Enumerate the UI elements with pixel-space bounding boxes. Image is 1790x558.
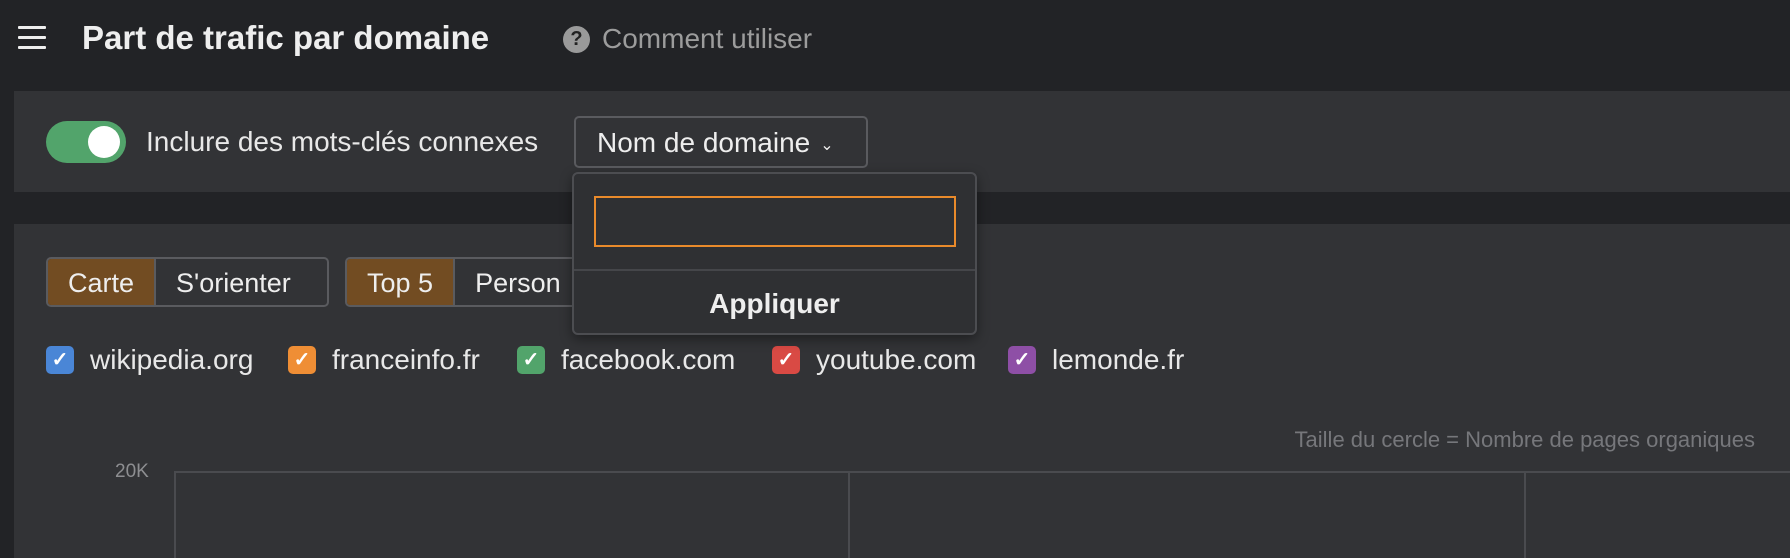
tab-s-orienter[interactable]: S'orienter	[154, 259, 311, 305]
check-icon: ✓	[46, 346, 74, 374]
domain-search-input[interactable]	[594, 196, 956, 247]
view-toggle: Carte S'orienter	[46, 257, 329, 307]
question-icon[interactable]: ?	[563, 26, 590, 53]
tab-personnaliser[interactable]: Person	[453, 259, 581, 305]
gridline	[848, 471, 850, 558]
legend-checkbox-lemonde[interactable]: ✓ lemonde.fr	[1008, 344, 1184, 376]
legend-label: youtube.com	[816, 344, 977, 375]
gridline	[174, 471, 1790, 473]
check-icon: ✓	[517, 346, 545, 374]
gridline	[1524, 471, 1526, 558]
domain-dropdown[interactable]: Nom de domaine ⌄	[574, 116, 868, 168]
toggle-label: Inclure des mots-clés connexes	[146, 126, 539, 157]
legend-label: franceinfo.fr	[332, 344, 480, 375]
menu-icon[interactable]	[18, 26, 46, 50]
legend-checkbox-youtube[interactable]: ✓ youtube.com	[772, 344, 976, 376]
legend-checkbox-franceinfo[interactable]: ✓ franceinfo.fr	[288, 344, 480, 376]
circle-size-note: Taille du cercle = Nombre de pages organ…	[1294, 427, 1755, 452]
help-link[interactable]: Comment utiliser	[602, 23, 812, 55]
legend-checkbox-facebook[interactable]: ✓ facebook.com	[517, 344, 735, 376]
apply-button[interactable]: Appliquer	[574, 271, 975, 333]
chevron-down-icon: ⌄	[820, 136, 834, 154]
legend-label: lemonde.fr	[1052, 344, 1185, 375]
dropdown-label: Nom de domaine	[597, 127, 811, 158]
check-icon: ✓	[1008, 346, 1036, 374]
legend-checkbox-wikipedia[interactable]: ✓ wikipedia.org	[46, 344, 253, 376]
gridline	[174, 471, 176, 558]
page-title: Part de trafic par domaine	[82, 19, 490, 56]
y-tick-label: 20K	[115, 461, 149, 482]
legend-label: facebook.com	[561, 344, 736, 375]
check-icon: ✓	[288, 346, 316, 374]
related-keywords-toggle[interactable]	[46, 121, 126, 163]
tab-carte[interactable]: Carte	[48, 259, 155, 305]
check-icon: ✓	[772, 346, 800, 374]
scope-toggle: Top 5 Person	[345, 257, 605, 307]
tab-top-5[interactable]: Top 5	[347, 259, 454, 305]
legend-label: wikipedia.org	[90, 344, 254, 375]
domain-dropdown-popup: Appliquer	[572, 172, 977, 335]
